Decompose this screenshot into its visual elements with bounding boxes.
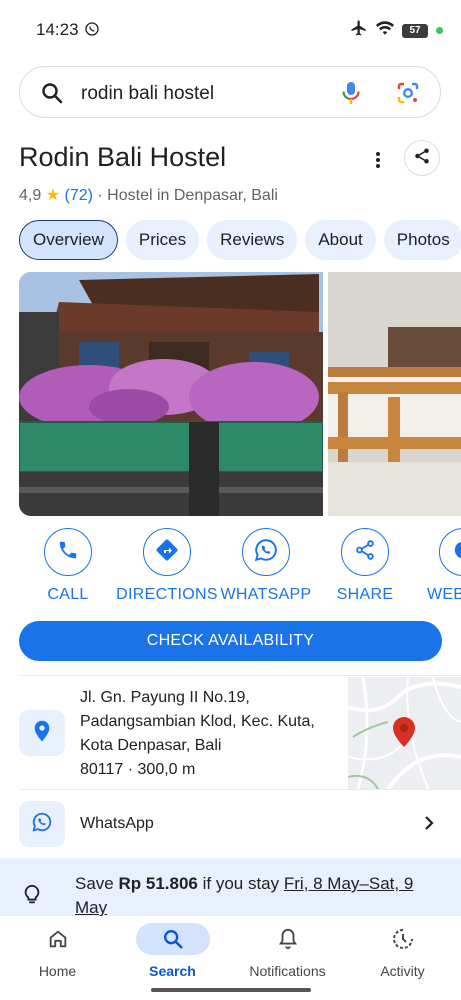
whatsapp-label: WHATSAPP xyxy=(220,586,312,603)
savings-text: Save Rp 51.806 if you stay Fri, 8 May–Sa… xyxy=(75,872,447,916)
home-indicator xyxy=(151,988,311,992)
share-action-button[interactable] xyxy=(341,528,389,576)
whatsapp-button[interactable] xyxy=(242,528,290,576)
nav-home[interactable]: Home xyxy=(0,916,115,979)
tab-overview[interactable]: Overview xyxy=(19,220,118,260)
share-button[interactable] xyxy=(404,140,440,176)
divider xyxy=(19,789,461,790)
savings-prefix: Save xyxy=(75,874,119,893)
whatsapp-row-label[interactable]: WhatsApp xyxy=(80,815,154,833)
share-icon xyxy=(413,147,431,170)
share-icon xyxy=(354,539,376,566)
rating-line: 4,9 ★ (72) · Hostel in Denpasar, Bali xyxy=(19,185,278,205)
search-bar[interactable]: rodin bali hostel xyxy=(19,66,441,118)
tab-photos[interactable]: Photos xyxy=(383,220,461,260)
search-icon xyxy=(135,923,210,955)
search-input[interactable]: rodin bali hostel xyxy=(81,83,214,105)
savings-banner[interactable]: Save Rp 51.806 if you stay Fri, 8 May–Sa… xyxy=(0,858,461,916)
address-line: Jl. Gn. Payung II No.19, xyxy=(80,689,250,706)
photo-carousel[interactable] xyxy=(19,272,461,516)
tab-bar: Overview Prices Reviews About Photos xyxy=(19,220,461,260)
address-line: Kota Denpasar, Bali xyxy=(80,737,222,754)
airplane-mode-icon xyxy=(350,19,368,42)
savings-amount: Rp 51.806 xyxy=(118,874,198,893)
nav-activity[interactable]: Activity xyxy=(345,916,460,979)
activity-icon xyxy=(371,923,435,955)
address-text[interactable]: Jl. Gn. Payung II No.19, Padangsambian K… xyxy=(80,686,315,782)
more-options-icon[interactable] xyxy=(368,148,388,172)
location-pin-icon xyxy=(33,720,51,747)
bunk-bed-photo[interactable] xyxy=(328,272,461,516)
website-action[interactable]: WEB xyxy=(409,528,461,604)
tab-about[interactable]: About xyxy=(305,220,376,260)
address-icon-box xyxy=(19,710,65,756)
call-button[interactable] xyxy=(44,528,92,576)
savings-middle: if you stay xyxy=(197,874,284,893)
directions-icon xyxy=(155,538,179,567)
call-label: CALL xyxy=(47,586,89,603)
globe-icon xyxy=(452,539,461,566)
whatsapp-icon xyxy=(253,537,279,568)
wifi-icon xyxy=(376,20,394,41)
tab-prices[interactable]: Prices xyxy=(125,220,200,260)
status-bar: 14:23 57 xyxy=(0,0,461,58)
whatsapp-notification-icon xyxy=(84,21,100,42)
whatsapp-action[interactable]: WHATSAPP xyxy=(211,528,321,604)
nav-home-label: Home xyxy=(38,963,77,979)
whatsapp-icon xyxy=(31,811,53,838)
share-action[interactable]: SHARE xyxy=(310,528,420,604)
check-availability-button[interactable]: CHECK AVAILABILITY xyxy=(19,621,442,661)
map-thumbnail[interactable] xyxy=(348,677,461,789)
lightbulb-icon xyxy=(22,884,42,911)
status-time: 14:23 xyxy=(36,20,79,39)
rating-value: 4,9 xyxy=(19,187,42,204)
nav-notifications-label: Notifications xyxy=(249,963,326,979)
nav-search[interactable]: Search xyxy=(115,916,230,979)
share-label: SHARE xyxy=(336,586,394,603)
address-line: Padangsambian Klod, Kec. Kuta, xyxy=(80,713,315,730)
hostel-exterior-photo[interactable] xyxy=(19,272,323,516)
place-title: Rodin Bali Hostel xyxy=(19,142,227,172)
whatsapp-row-icon-box xyxy=(19,801,65,847)
phone-icon xyxy=(57,539,79,566)
action-buttons-row: CALL DIRECTIONS WHATSAPP SHARE WEB xyxy=(0,528,461,608)
home-icon xyxy=(26,923,90,955)
website-button[interactable] xyxy=(439,528,461,576)
website-label: WEB xyxy=(427,586,461,603)
directions-button[interactable] xyxy=(143,528,191,576)
google-lens-icon[interactable] xyxy=(396,81,420,110)
divider xyxy=(19,675,461,676)
directions-label: DIRECTIONS xyxy=(116,586,218,603)
chevron-right-icon[interactable] xyxy=(422,814,436,837)
review-count-link[interactable]: (72) xyxy=(65,187,93,204)
address-line: 80117 · 300,0 m xyxy=(80,761,196,778)
battery-icon: 57 xyxy=(402,23,428,38)
nav-search-label: Search xyxy=(149,963,196,979)
nav-activity-label: Activity xyxy=(380,963,425,979)
call-action[interactable]: CALL xyxy=(13,528,123,604)
tab-reviews[interactable]: Reviews xyxy=(207,220,298,260)
search-icon[interactable] xyxy=(40,81,64,110)
microphone-icon[interactable] xyxy=(340,80,362,111)
privacy-indicator-dot xyxy=(436,27,443,34)
star-icon: ★ xyxy=(45,187,61,204)
bell-icon xyxy=(256,923,320,955)
nav-notifications[interactable]: Notifications xyxy=(230,916,345,979)
place-category: · Hostel in Denpasar, Bali xyxy=(97,187,278,204)
directions-action[interactable]: DIRECTIONS xyxy=(112,528,222,604)
